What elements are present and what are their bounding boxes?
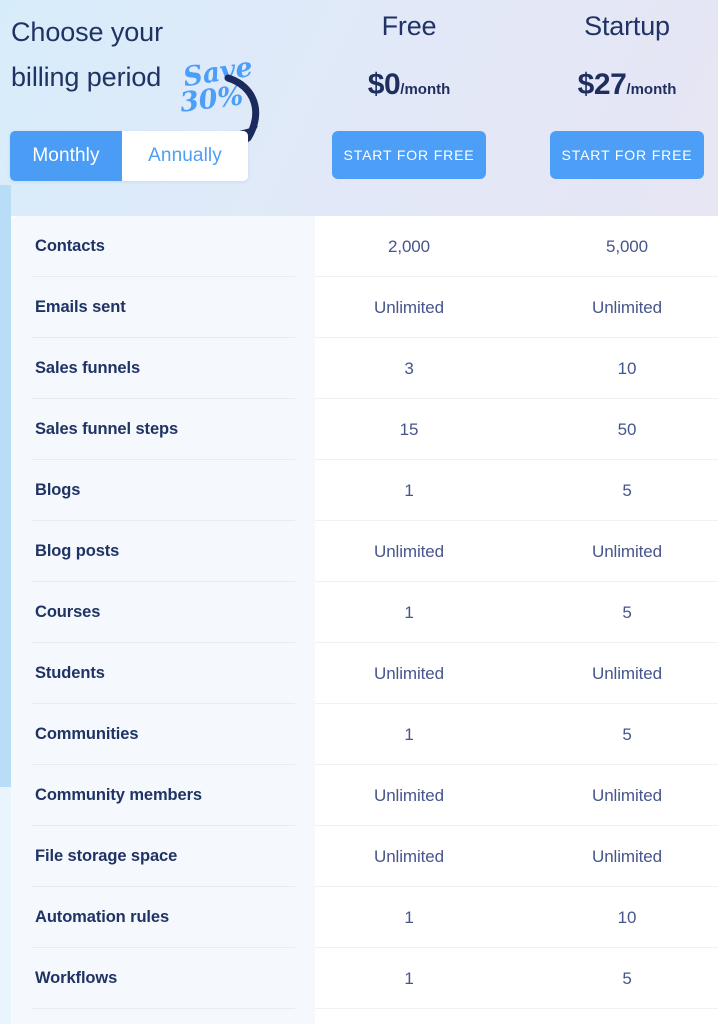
- table-row: Blog posts: [10, 521, 315, 582]
- feature-comparison-table: Contacts Emails sent Sales funnels Sales fu…: [0, 216, 718, 1024]
- feature-value: 5: [622, 968, 632, 988]
- plan-price-amount-free: $0: [367, 68, 401, 101]
- table-row: Communities: [10, 704, 315, 765]
- plan-price-free: $0/month: [315, 68, 503, 102]
- table-row-values: Unlimited Unlimited: [315, 643, 718, 704]
- page-title-line-1: Choose your: [11, 17, 163, 47]
- table-row: Courses: [10, 582, 315, 643]
- plan-name-free: Free: [381, 11, 437, 41]
- feature-value: Unlimited: [592, 663, 662, 683]
- feature-value: 1: [404, 602, 414, 622]
- table-row-values: 15: [315, 704, 718, 765]
- plan-price-amount-startup: $27: [577, 68, 627, 101]
- feature-value: 1: [404, 907, 414, 927]
- feature-value-columns: 2,000 5,000 Unlimited Unlimited 3 10 15 50 1 5 Unl…: [315, 216, 718, 1024]
- feature-value: Unlimited: [592, 297, 662, 317]
- billing-toggle-annually-label: Annually: [148, 145, 222, 166]
- feature-value: 5: [622, 602, 632, 622]
- billing-toggle-monthly-label: Monthly: [32, 145, 100, 166]
- start-for-free-button-free-label: START FOR FREE: [343, 147, 475, 163]
- table-row-values: 15: [315, 948, 718, 1009]
- page-title-line-2: billing period: [11, 62, 162, 92]
- feature-value: 5,000: [605, 236, 649, 256]
- feature-value: 2,000: [387, 236, 431, 256]
- table-row-values: Unlimited Unlimited: [315, 521, 718, 582]
- table-row: Emails sent: [10, 277, 315, 338]
- table-row-values: Unlimited Unlimited: [315, 765, 718, 826]
- plan-name-startup: Startup: [584, 11, 670, 41]
- feature-value: 5: [622, 480, 632, 500]
- feature-label: Courses: [35, 603, 101, 621]
- start-for-free-button-startup-label: START FOR FREE: [561, 147, 693, 163]
- pricing-header: Choose your billing period Save 30% Mont…: [0, 0, 718, 216]
- row-divider: [32, 1008, 295, 1009]
- feature-label: Blogs: [35, 481, 81, 499]
- vertical-scrollbar-thumb[interactable]: [0, 185, 11, 787]
- feature-value: 1: [404, 968, 414, 988]
- start-for-free-button-free[interactable]: START FOR FREE: [332, 131, 486, 179]
- table-row: Students: [10, 643, 315, 704]
- table-row-values: 3 10: [315, 338, 718, 399]
- table-row: Contacts: [10, 216, 315, 277]
- plan-price-startup: $27/month: [533, 68, 718, 102]
- feature-value: Unlimited: [374, 541, 444, 561]
- feature-value: 10: [617, 907, 637, 927]
- table-row: Sales funnels: [10, 338, 315, 399]
- feature-value: 10: [617, 358, 637, 378]
- feature-label: File storage space: [35, 847, 178, 865]
- feature-value: Unlimited: [374, 785, 444, 805]
- table-row: Community members: [10, 765, 315, 826]
- feature-label: Contacts: [35, 237, 105, 255]
- plan-column-startup: Startup $27/month START FOR FREE: [533, 0, 718, 216]
- feature-label: Community members: [35, 786, 203, 804]
- plan-price-period-free: /month: [400, 81, 451, 98]
- page-title: Choose your billing period: [11, 10, 241, 100]
- billing-toggle-monthly[interactable]: Monthly: [10, 131, 122, 181]
- table-row: Automation rules: [10, 887, 315, 948]
- feature-value: Unlimited: [592, 541, 662, 561]
- feature-value: 3: [404, 358, 414, 378]
- feature-label: Students: [35, 664, 105, 682]
- table-row-values: 2,000 5,000: [315, 216, 718, 277]
- feature-value: 5: [622, 724, 632, 744]
- billing-period-toggle[interactable]: Monthly Annually: [10, 131, 248, 181]
- plan-column-free: Free $0/month START FOR FREE: [315, 0, 503, 216]
- plan-price-period-startup: /month: [626, 81, 677, 98]
- feature-label: Emails sent: [35, 298, 126, 316]
- table-row-values: 15: [315, 582, 718, 643]
- table-row: Sales funnel steps: [10, 399, 315, 460]
- feature-value: Unlimited: [374, 846, 444, 866]
- feature-value: 1: [404, 724, 414, 744]
- feature-value: Unlimited: [592, 785, 662, 805]
- feature-value: 15: [399, 419, 419, 439]
- feature-label: Communities: [35, 725, 139, 743]
- row-divider: [315, 1008, 718, 1009]
- vertical-scrollbar-track[interactable]: [0, 185, 11, 1024]
- table-row: Workflows: [10, 948, 315, 1009]
- feature-label: Sales funnels: [35, 359, 141, 377]
- table-row-values: 15 50: [315, 399, 718, 460]
- feature-value: 1: [404, 480, 414, 500]
- feature-label-column: Contacts Emails sent Sales funnels Sales fu…: [10, 216, 315, 1024]
- feature-value: Unlimited: [374, 297, 444, 317]
- feature-value: Unlimited: [374, 663, 444, 683]
- feature-label: Blog posts: [35, 542, 120, 560]
- table-row: File storage space: [10, 826, 315, 887]
- table-row: Blogs: [10, 460, 315, 521]
- feature-value: 50: [617, 419, 637, 439]
- table-row-values: Unlimited Unlimited: [315, 826, 718, 887]
- table-row-values: Unlimited Unlimited: [315, 277, 718, 338]
- billing-toggle-annually[interactable]: Annually: [122, 131, 248, 181]
- feature-value: Unlimited: [592, 846, 662, 866]
- pricing-page: Choose your billing period Save 30% Mont…: [0, 0, 718, 1024]
- table-row-values: 1 10: [315, 887, 718, 948]
- start-for-free-button-startup[interactable]: START FOR FREE: [550, 131, 704, 179]
- feature-label: Workflows: [35, 969, 118, 987]
- table-row-values: 15: [315, 460, 718, 521]
- feature-label: Automation rules: [35, 908, 170, 926]
- feature-label: Sales funnel steps: [35, 420, 179, 438]
